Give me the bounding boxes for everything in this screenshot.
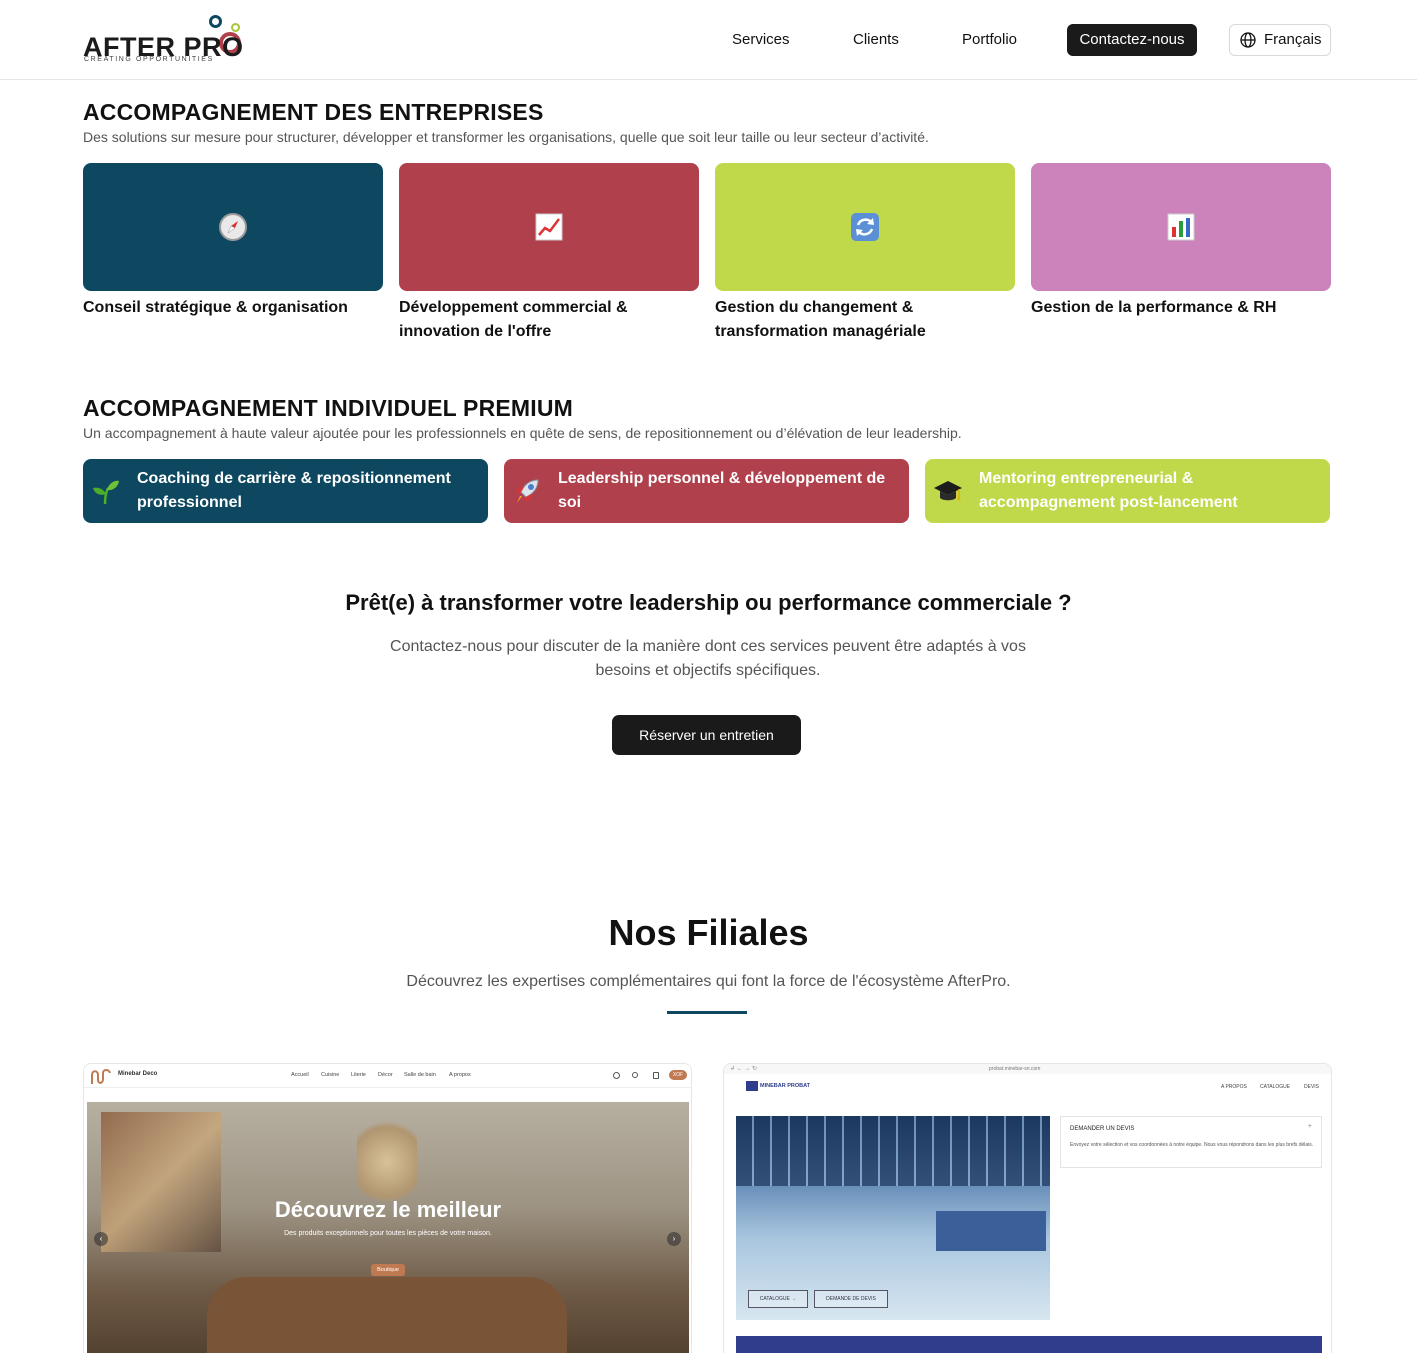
card-label-changement: Gestion du changement & transformation m… — [715, 299, 926, 340]
probat-url: probat.minebar-sn.com — [989, 1066, 1041, 1072]
nav-clients[interactable]: Clients — [853, 24, 899, 56]
language-label: Français — [1264, 31, 1322, 48]
probat-nav-apropos: A PROPOS — [1221, 1084, 1247, 1090]
deco-user-icon — [613, 1072, 620, 1079]
book-appointment-button[interactable]: Réserver un entretien — [612, 715, 801, 755]
deco-nav-salle-de-bain: Salle de bain — [404, 1072, 436, 1078]
probat-warehouse-image: CATALOGUE → DEMANDE DE DEVIS — [736, 1116, 1050, 1320]
deco-nav-cuisine: Cuisine — [321, 1072, 340, 1078]
logo-dot-lime — [231, 23, 240, 32]
seedling-icon — [93, 480, 119, 505]
enterprise-subtitle: Des solutions sur mesure pour structurer… — [83, 129, 929, 145]
deco-nav-decor: Décor — [378, 1072, 393, 1078]
deco-table — [207, 1277, 567, 1353]
card-label-developpement: Développement commercial & innovation de… — [399, 299, 628, 340]
probat-truck — [936, 1211, 1046, 1251]
deco-shop-button: Boutique — [371, 1264, 405, 1276]
deco-hero-subtitle: Des produits exceptionnels pour toutes l… — [284, 1230, 492, 1237]
premium-coaching-label: Coaching de carrière & repositionnement … — [137, 470, 451, 511]
probat-nav-catalogue: CATALOGUE — [1260, 1084, 1291, 1090]
deco-navbar: Minebar Deco Accueil Cuisine Literie Déc… — [84, 1064, 691, 1088]
deco-painting — [101, 1112, 221, 1252]
compass-icon — [219, 213, 247, 241]
language-selector[interactable]: Français — [1229, 24, 1331, 56]
deco-nav-a-propos: A propos — [449, 1072, 471, 1078]
deco-nav-literie: Literie — [351, 1072, 366, 1078]
cta-title: Prêt(e) à transformer votre leadership o… — [345, 590, 1072, 615]
probat-blue-band — [736, 1336, 1322, 1353]
deco-brand: Minebar Deco — [118, 1071, 158, 1077]
deco-next-arrow-icon: › — [667, 1232, 681, 1246]
premium-mentoring-label: Mentoring entrepreneurial & accompagneme… — [979, 470, 1238, 511]
graduation-cap-icon — [934, 481, 962, 501]
enterprise-title: ACCOMPAGNEMENT DES ENTREPRISES — [83, 99, 544, 125]
site-header: AFTER PRO CREATING OPPORTUNITIES Service… — [0, 0, 1417, 80]
probat-browser-bar: ↲ ← → ↻ probat.minebar-sn.com — [724, 1064, 1331, 1074]
deco-cart-icon — [653, 1072, 659, 1079]
card-developpement-commercial[interactable] — [399, 163, 699, 291]
probat-add-icon: + — [1307, 1123, 1312, 1130]
premium-subtitle: Un accompagnement à haute valeur ajoutée… — [83, 425, 962, 441]
nav-portfolio[interactable]: Portfolio — [962, 24, 1017, 56]
card-label-performance: Gestion de la performance & RH — [1031, 299, 1277, 316]
premium-coaching[interactable]: Coaching de carrière & repositionnement … — [83, 459, 488, 523]
probat-catalogue-button: CATALOGUE → — [748, 1290, 808, 1308]
deco-nav-accueil: Accueil — [291, 1072, 309, 1078]
browser-nav-icons: ↲ ← → ↻ — [730, 1066, 758, 1072]
probat-devis-button: DEMANDE DE DEVIS — [814, 1290, 888, 1308]
logo-dot-teal — [209, 15, 222, 28]
contact-button[interactable]: Contactez-nous — [1067, 24, 1197, 56]
filiales-subtitle: Découvrez les expertises complémentaires… — [406, 973, 1011, 990]
chart-up-icon — [535, 213, 563, 241]
afterpro-logo[interactable]: AFTER PRO CREATING OPPORTUNITIES — [83, 14, 253, 66]
probat-roof — [736, 1116, 1050, 1186]
filiale-minebar-probat-preview[interactable]: ↲ ← → ↻ probat.minebar-sn.com MINEBAR PR… — [723, 1063, 1332, 1353]
probat-logo-icon — [746, 1081, 758, 1091]
deco-hero: Découvrez le meilleur Des produits excep… — [87, 1102, 689, 1353]
probat-quote-title: DEMANDER UN DEVIS — [1070, 1126, 1135, 1132]
filiale-minebar-deco-preview[interactable]: Minebar Deco Accueil Cuisine Literie Déc… — [83, 1063, 692, 1353]
card-conseil-strategique[interactable] — [83, 163, 383, 291]
premium-leadership[interactable]: Leadership personnel & développement de … — [504, 459, 909, 523]
deco-currency-badge: XOF — [669, 1070, 687, 1080]
globe-icon — [1240, 32, 1256, 48]
probat-quote-text: Envoyez votre sélection et vos coordonné… — [1070, 1142, 1314, 1148]
deco-logo-icon — [91, 1069, 111, 1084]
refresh-icon — [851, 213, 879, 241]
deco-prev-arrow-icon: ‹ — [94, 1232, 108, 1246]
rocket-icon — [516, 479, 539, 503]
probat-quote-panel: DEMANDER UN DEVIS + Envoyez votre sélect… — [1060, 1116, 1322, 1168]
deco-search-icon — [632, 1072, 638, 1078]
cta-text: Contactez-nous pour discuter de la maniè… — [390, 638, 1026, 679]
probat-brand: MINEBAR PROBAT — [760, 1083, 811, 1089]
probat-nav-devis: DEVIS — [1304, 1084, 1320, 1090]
logo-tagline: CREATING OPPORTUNITIES — [84, 56, 214, 63]
premium-leadership-label: Leadership personnel & développement de … — [558, 470, 886, 511]
title-underline — [667, 1011, 747, 1014]
card-gestion-performance[interactable] — [1031, 163, 1331, 291]
card-label-conseil: Conseil stratégique & organisation — [83, 299, 348, 316]
deco-hero-title: Découvrez le meilleur — [274, 1197, 502, 1222]
card-gestion-changement[interactable] — [715, 163, 1015, 291]
nav-services[interactable]: Services — [732, 24, 790, 56]
premium-title: ACCOMPAGNEMENT INDIVIDUEL PREMIUM — [83, 395, 574, 421]
premium-mentoring[interactable]: Mentoring entrepreneurial & accompagneme… — [925, 459, 1330, 523]
bar-chart-icon — [1167, 213, 1195, 241]
filiales-title: Nos Filiales — [608, 912, 809, 953]
